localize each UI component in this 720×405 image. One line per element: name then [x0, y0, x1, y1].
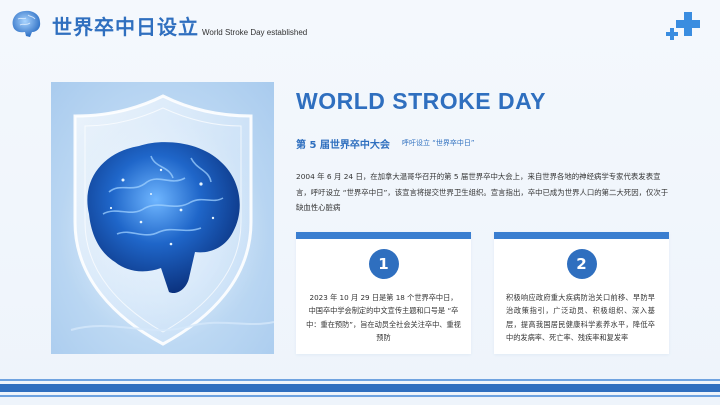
footer-bar — [0, 384, 720, 392]
intro-paragraph: 2004 年 6 月 24 日，在加拿大温哥华召开的第 5 届世界卒中大会上，来… — [296, 172, 669, 212]
brain-icon — [12, 10, 41, 38]
info-card-2: 2 积极响应政府重大疾病防治关口前移、早防早治政策指引，广泛动员、积极组织、深入… — [494, 232, 669, 354]
card-top-bar — [494, 232, 669, 239]
card-text: 2023 年 10 月 29 日是第 18 个世界卒中日，中国卒中学会制定的中文… — [306, 293, 461, 342]
medical-cross-icon — [666, 12, 700, 40]
info-card-1: 1 2023 年 10 月 29 日是第 18 个世界卒中日，中国卒中学会制定的… — [296, 232, 471, 354]
brain-shield-illustration — [58, 94, 274, 346]
section-subtitle-note: 呼吁设立 “世界卒中日” — [402, 139, 475, 147]
card-number-badge: 1 — [368, 249, 399, 279]
footer-divider — [0, 379, 720, 381]
card-number-badge: 2 — [566, 249, 597, 279]
card-top-bar — [296, 232, 471, 239]
section-subtitle: 第 5 届世界卒中大会 — [296, 140, 390, 151]
main-heading: WORLD STROKE DAY — [296, 88, 546, 114]
brain-shield-image — [51, 82, 274, 354]
page-title: 世界卒中日设立 — [52, 15, 199, 39]
footer-divider — [0, 395, 720, 397]
card-text: 积极响应政府重大疾病防治关口前移、早防早治政策指引，广泛动员、积极组织、深入基层… — [506, 293, 655, 342]
page-subtitle-en: World Stroke Day established — [202, 28, 308, 37]
slide-header: 世界卒中日设立 World Stroke Day established — [0, 0, 720, 56]
